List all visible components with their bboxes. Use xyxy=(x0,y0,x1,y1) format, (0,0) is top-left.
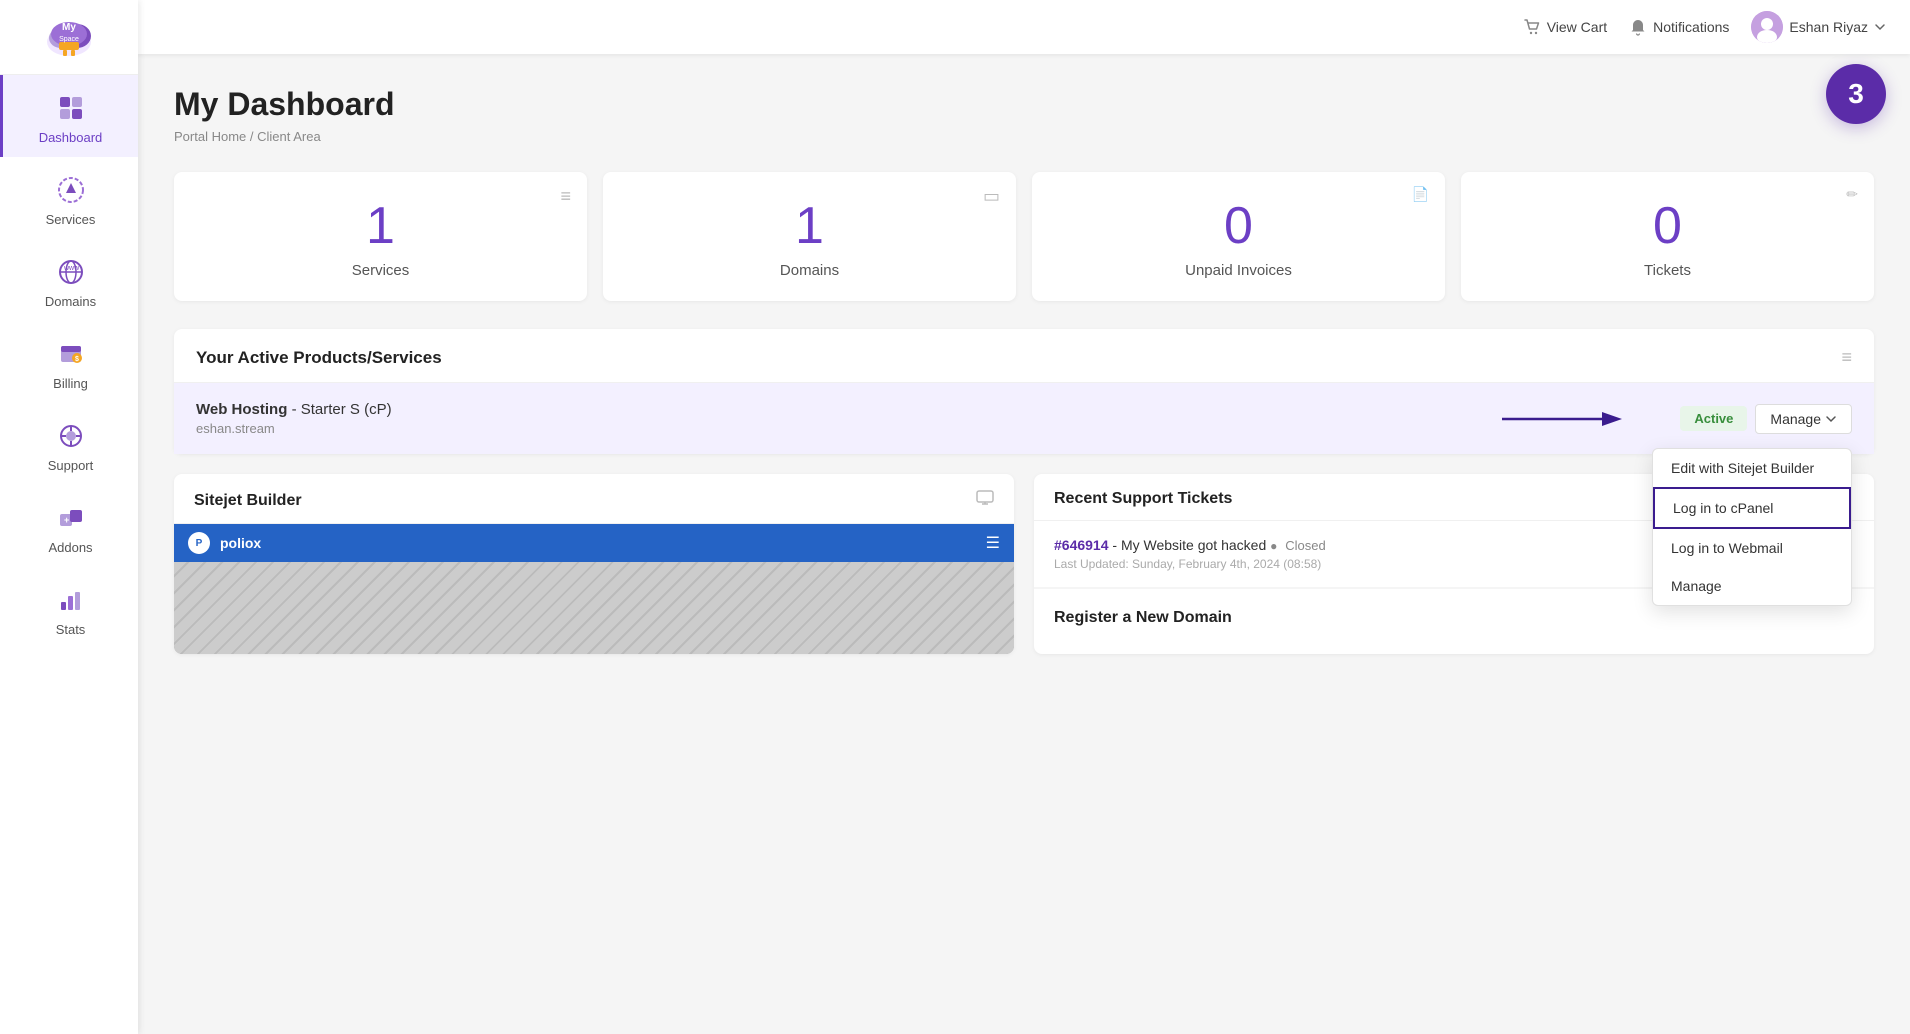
sidebar-item-domains-label: Domains xyxy=(45,294,96,309)
cart-icon xyxy=(1523,18,1541,36)
notifications-label: Notifications xyxy=(1653,19,1729,35)
product-row: Web Hosting - Starter S (cP) eshan.strea… xyxy=(174,383,1874,454)
stat-domains-label: Domains xyxy=(780,262,839,279)
sidebar-item-stats-label: Stats xyxy=(56,622,86,637)
sidebar-item-billing[interactable]: $ Billing xyxy=(0,321,138,403)
ticket-subject: My Website got hacked xyxy=(1121,537,1266,553)
dashboard-icon xyxy=(54,91,88,125)
topbar: View Cart Notifications Eshan Riyaz xyxy=(138,0,1910,54)
chevron-down-icon xyxy=(1874,21,1886,33)
bell-icon xyxy=(1629,18,1647,36)
manage-dropdown-menu: Edit with Sitejet Builder Log in to cPan… xyxy=(1652,448,1852,606)
support-icon xyxy=(54,419,88,453)
product-domain: eshan.stream xyxy=(196,421,392,436)
domains-icon: www xyxy=(54,255,88,289)
ticket-status xyxy=(1270,539,1281,553)
breadcrumb-home[interactable]: Portal Home xyxy=(174,129,246,144)
dropdown-login-cpanel[interactable]: Log in to cPanel xyxy=(1653,487,1851,529)
sitejet-builder-card: Sitejet Builder P poliox xyxy=(174,474,1014,654)
stat-card-services[interactable]: ≡ 1 Services xyxy=(174,172,587,301)
manage-chevron-icon xyxy=(1825,413,1837,425)
ticket-subject-sep: - xyxy=(1112,537,1121,553)
stat-cards-grid: ≡ 1 Services ▭ 1 Domains 📄 0 Unpaid Invo… xyxy=(174,172,1874,301)
stat-card-tickets[interactable]: ✏ 0 Tickets xyxy=(1461,172,1874,301)
sidebar-item-services-label: Services xyxy=(46,212,96,227)
sidebar-item-addons[interactable]: + Addons xyxy=(0,485,138,567)
active-products-title: Your Active Products/Services xyxy=(196,348,442,368)
content-area: 3 My Dashboard Portal Home / Client Area… xyxy=(138,54,1910,1034)
services-icon xyxy=(54,173,88,207)
breadcrumb-current: Client Area xyxy=(257,129,321,144)
sidebar-item-addons-label: Addons xyxy=(48,540,92,555)
sitejet-brand-name: poliox xyxy=(220,535,261,551)
stat-card-invoices[interactable]: 📄 0 Unpaid Invoices xyxy=(1032,172,1445,301)
stat-services-number: 1 xyxy=(366,200,395,252)
sidebar-item-dashboard[interactable]: Dashboard xyxy=(0,75,138,157)
stat-tickets-number: 0 xyxy=(1653,200,1682,252)
sitejet-hamburger-icon: ☰ xyxy=(986,533,1000,553)
sitejet-preview: P poliox ☰ xyxy=(174,524,1014,654)
sidebar-item-billing-label: Billing xyxy=(53,376,88,391)
svg-text:$: $ xyxy=(75,356,79,363)
stat-invoices-number: 0 xyxy=(1224,200,1253,252)
notification-count-badge: 3 xyxy=(1826,64,1886,124)
sidebar-item-support[interactable]: Support xyxy=(0,403,138,485)
arrow-pointing-right xyxy=(1502,405,1622,433)
dropdown-edit-sitejet[interactable]: Edit with Sitejet Builder xyxy=(1653,449,1851,487)
product-name: Web Hosting - Starter S (cP) xyxy=(196,401,392,418)
ticket-status-label: Closed xyxy=(1285,538,1325,553)
sitejet-body-preview xyxy=(174,562,1014,654)
view-cart-label: View Cart xyxy=(1547,19,1607,35)
stat-card-invoices-icon: 📄 xyxy=(1412,186,1429,203)
stat-invoices-label: Unpaid Invoices xyxy=(1185,262,1292,279)
support-tickets-title: Recent Support Tickets xyxy=(1054,490,1232,508)
sitejet-logo-circle: P xyxy=(188,532,210,554)
svg-text:Space: Space xyxy=(59,36,79,43)
page-title: My Dashboard xyxy=(174,86,1874,123)
stat-card-services-icon: ≡ xyxy=(560,186,571,207)
active-products-icon: ≡ xyxy=(1841,347,1852,368)
sitejet-topbar-preview: P poliox ☰ xyxy=(174,524,1014,562)
sidebar-item-domains[interactable]: www Domains xyxy=(0,239,138,321)
stat-card-tickets-icon: ✏ xyxy=(1846,186,1858,203)
svg-text:+: + xyxy=(64,515,69,525)
register-domain-title: Register a New Domain xyxy=(1054,609,1854,627)
sitejet-header: Sitejet Builder xyxy=(174,474,1014,524)
sidebar: My Space Dashboard Services xyxy=(0,0,138,1034)
stat-card-domains-icon: ▭ xyxy=(983,186,1000,207)
stat-card-domains[interactable]: ▭ 1 Domains xyxy=(603,172,1016,301)
sidebar-item-services[interactable]: Services xyxy=(0,157,138,239)
manage-button[interactable]: Manage xyxy=(1755,404,1852,434)
sidebar-item-dashboard-label: Dashboard xyxy=(39,130,103,145)
dropdown-login-webmail[interactable]: Log in to Webmail xyxy=(1653,529,1851,567)
ticket-id: #646914 xyxy=(1054,537,1109,553)
active-products-section: Your Active Products/Services ≡ Web Host… xyxy=(174,329,1874,454)
svg-text:My: My xyxy=(62,22,76,33)
user-name: Eshan Riyaz xyxy=(1789,19,1868,35)
stat-services-label: Services xyxy=(352,262,410,279)
main-area: View Cart Notifications Eshan Riyaz xyxy=(138,0,1910,1034)
sidebar-logo: My Space xyxy=(0,0,138,75)
active-products-header: Your Active Products/Services ≡ xyxy=(174,329,1874,383)
breadcrumb: Portal Home / Client Area xyxy=(174,129,1874,144)
sidebar-item-stats[interactable]: Stats xyxy=(0,567,138,649)
view-cart-button[interactable]: View Cart xyxy=(1523,18,1607,36)
product-info: Web Hosting - Starter S (cP) eshan.strea… xyxy=(196,401,392,436)
sitejet-title: Sitejet Builder xyxy=(194,492,302,510)
product-actions: Active Manage Edit with Sitejet Builder … xyxy=(1680,404,1852,434)
lower-grid: Sitejet Builder P poliox xyxy=(174,474,1874,654)
addons-icon: + xyxy=(54,501,88,535)
status-badge: Active xyxy=(1680,406,1747,431)
stats-icon xyxy=(54,583,88,617)
avatar xyxy=(1751,11,1783,43)
stat-tickets-label: Tickets xyxy=(1644,262,1691,279)
svg-text:www: www xyxy=(63,265,80,272)
stat-domains-number: 1 xyxy=(795,200,824,252)
sidebar-item-support-label: Support xyxy=(48,458,94,473)
notifications-button[interactable]: Notifications xyxy=(1629,18,1729,36)
user-menu[interactable]: Eshan Riyaz xyxy=(1751,11,1886,43)
sitejet-monitor-icon xyxy=(976,490,994,511)
dropdown-manage[interactable]: Manage xyxy=(1653,567,1851,605)
billing-icon: $ xyxy=(54,337,88,371)
